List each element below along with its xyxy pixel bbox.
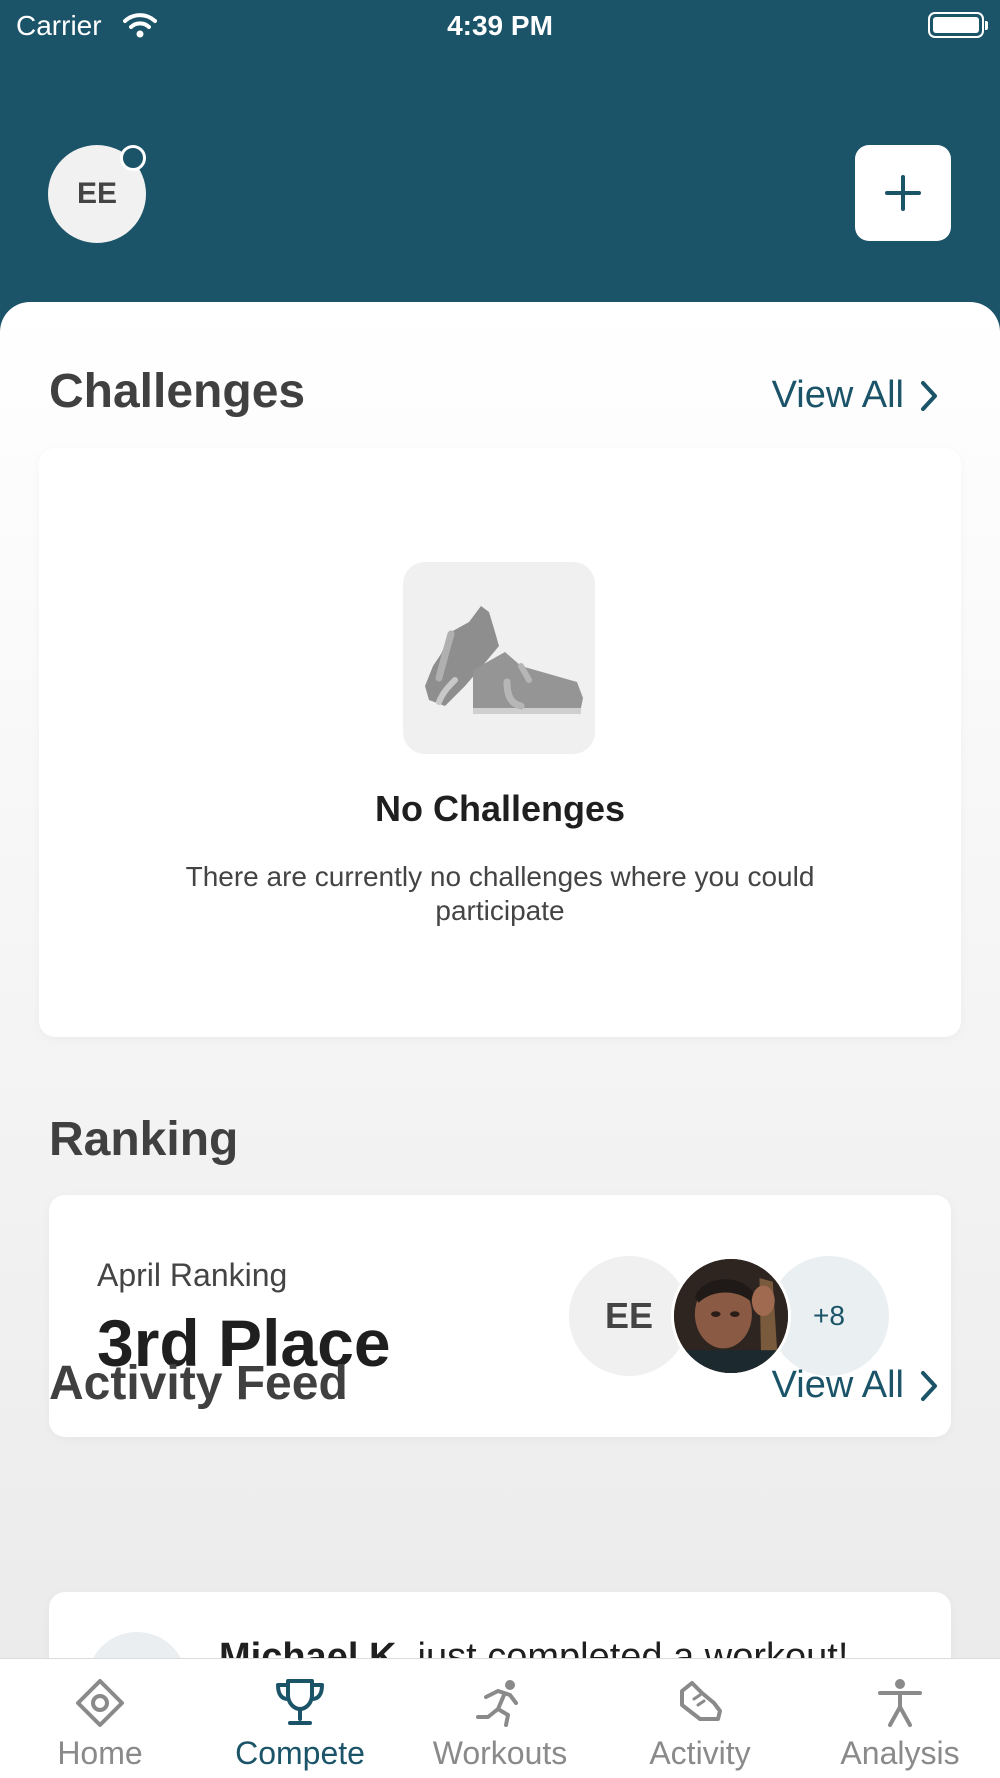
- notification-dot: [120, 145, 146, 171]
- main-content[interactable]: Challenges View All No Challenges There …: [0, 302, 1000, 1662]
- tab-bar: Home Compete Workouts Activity Analysis: [0, 1658, 1000, 1778]
- tab-label: Compete: [235, 1735, 365, 1771]
- activity-feed-title: Activity Feed: [49, 1357, 348, 1410]
- chevron-right-icon: [921, 380, 937, 411]
- sneakers-icon: [425, 606, 583, 714]
- chevron-right-icon: [921, 1370, 937, 1401]
- tab-label: Workouts: [432, 1735, 568, 1771]
- battery-icon: [928, 12, 988, 38]
- empty-state-title: No Challenges: [374, 788, 626, 829]
- plus-icon: [885, 175, 921, 211]
- person-icon: [878, 1679, 922, 1727]
- ranking-title: Ranking: [49, 1113, 239, 1166]
- tab-analysis[interactable]: Analysis: [800, 1659, 1000, 1778]
- add-button[interactable]: [855, 145, 951, 241]
- tab-label: Home: [57, 1735, 143, 1771]
- tab-compete[interactable]: Compete: [200, 1659, 400, 1778]
- activity-feed-item[interactable]: Michael K. just completed a workout!: [49, 1592, 951, 1662]
- ranking-period-label: April Ranking: [97, 1257, 288, 1293]
- view-all-label: View All: [771, 374, 904, 416]
- status-bar: Carrier 4:39 PM: [0, 0, 1000, 52]
- empty-state-description: There are currently no challenges where …: [185, 861, 815, 926]
- clock-label: 4:39 PM: [447, 10, 553, 41]
- challenges-card: No Challenges There are currently no cha…: [39, 448, 961, 1037]
- runner-icon: [476, 1680, 518, 1727]
- activity-view-all-link[interactable]: View All: [772, 1364, 938, 1407]
- challenges-view-all-link[interactable]: View All: [772, 374, 938, 417]
- header: Carrier 4:39 PM EE: [0, 0, 1000, 340]
- shoe-icon: [680, 1681, 722, 1721]
- trophy-icon: [276, 1679, 324, 1725]
- tab-label: Activity: [649, 1735, 751, 1771]
- user-photo-icon: [674, 1259, 788, 1373]
- empty-state-illustration: [403, 562, 595, 754]
- participant-avatar-photo: [671, 1256, 791, 1376]
- home-icon: [76, 1679, 124, 1727]
- tab-activity[interactable]: Activity: [600, 1659, 800, 1778]
- view-all-label: View All: [771, 1364, 904, 1406]
- tab-home[interactable]: Home: [0, 1659, 200, 1778]
- tab-label: Analysis: [840, 1735, 960, 1771]
- tab-workouts[interactable]: Workouts: [400, 1659, 600, 1778]
- challenges-title: Challenges: [49, 365, 306, 418]
